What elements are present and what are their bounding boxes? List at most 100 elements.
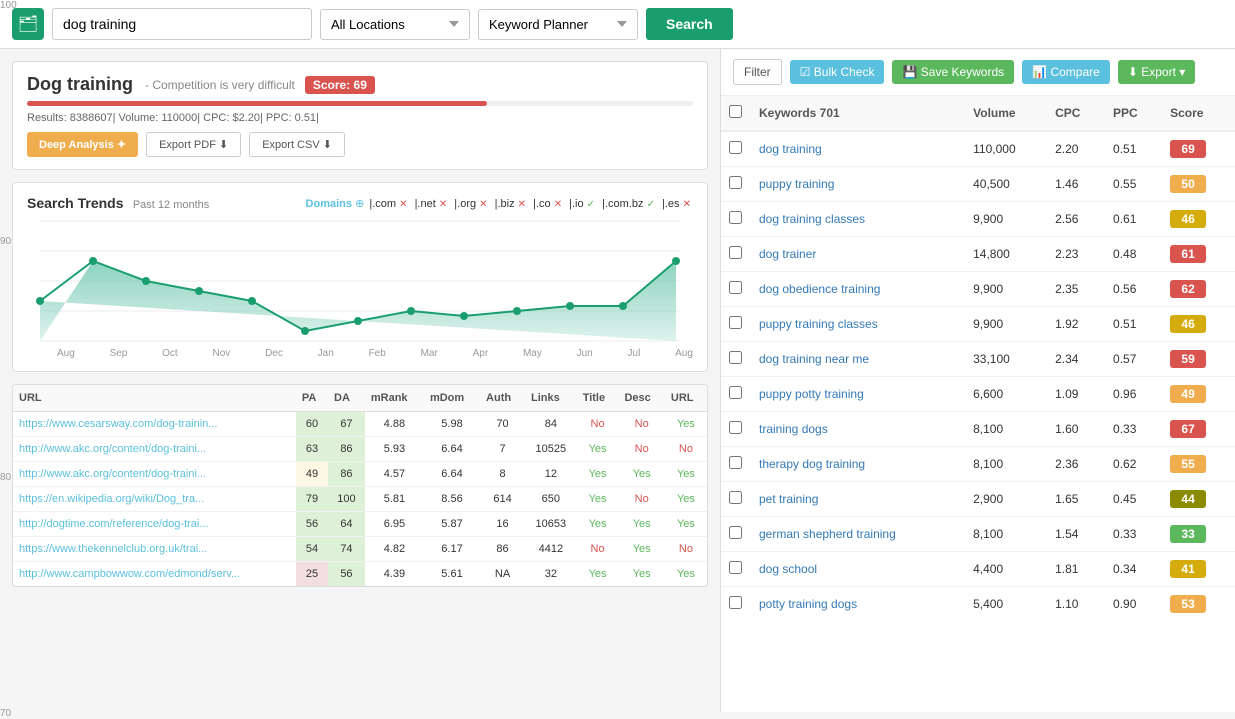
cell-auth: 614 xyxy=(480,487,525,512)
url-link[interactable]: http://www.akc.org/content/dog-traini... xyxy=(19,468,206,480)
keyword-link[interactable]: pet training xyxy=(759,492,818,506)
row-checkbox[interactable] xyxy=(729,456,742,469)
row-checkbox-cell[interactable] xyxy=(721,237,751,272)
keyword-link[interactable]: puppy training classes xyxy=(759,317,878,331)
cell-links: 10653 xyxy=(525,512,577,537)
score-pill: 41 xyxy=(1170,560,1206,578)
row-checkbox[interactable] xyxy=(729,386,742,399)
row-checkbox[interactable] xyxy=(729,491,742,504)
url-link[interactable]: http://www.akc.org/content/dog-traini... xyxy=(19,443,206,455)
cell-mrank: 6.95 xyxy=(365,512,424,537)
url-link[interactable]: https://www.cesarsway.com/dog-trainin... xyxy=(19,418,217,430)
keyword-link[interactable]: dog training near me xyxy=(759,352,869,366)
url-link[interactable]: https://en.wikipedia.org/wiki/Dog_tra... xyxy=(19,493,204,505)
kw-cell: dog training classes xyxy=(751,202,965,237)
locations-select[interactable]: All Locations xyxy=(320,9,470,40)
row-checkbox-cell[interactable] xyxy=(721,342,751,377)
url-link[interactable]: http://www.campbowwow.com/edmond/serv... xyxy=(19,568,240,580)
tool-select[interactable]: Keyword Planner xyxy=(478,9,638,40)
col-select-all[interactable] xyxy=(721,96,751,131)
cell-desc: No xyxy=(618,487,664,512)
cell-pa: 63 xyxy=(296,437,328,462)
cell-mrank: 5.81 xyxy=(365,487,424,512)
ppc-cell: 0.33 xyxy=(1105,517,1162,552)
row-checkbox-cell[interactable] xyxy=(721,517,751,552)
export-pdf-button[interactable]: Export PDF ⬇ xyxy=(146,132,241,157)
cpc-cell: 2.34 xyxy=(1047,342,1105,377)
keyword-link[interactable]: puppy potty training xyxy=(759,387,864,401)
volume-cell: 9,900 xyxy=(965,307,1047,342)
score-pill: 69 xyxy=(1170,140,1206,158)
row-checkbox[interactable] xyxy=(729,561,742,574)
row-checkbox-cell[interactable] xyxy=(721,482,751,517)
col-score: Score xyxy=(1162,96,1235,131)
keyword-link[interactable]: therapy dog training xyxy=(759,457,865,471)
ppc-cell: 0.61 xyxy=(1105,202,1162,237)
cell-links: 650 xyxy=(525,487,577,512)
kw-cell: training dogs xyxy=(751,412,965,447)
row-checkbox-cell[interactable] xyxy=(721,587,751,622)
cell-links: 10525 xyxy=(525,437,577,462)
row-checkbox[interactable] xyxy=(729,421,742,434)
url-link[interactable]: http://dogtime.com/reference/dog-trai... xyxy=(19,518,209,530)
row-checkbox[interactable] xyxy=(729,316,742,329)
save-keywords-button[interactable]: 💾 Save Keywords xyxy=(892,60,1014,84)
row-checkbox-cell[interactable] xyxy=(721,167,751,202)
search-button[interactable]: Search xyxy=(646,8,733,40)
row-checkbox[interactable] xyxy=(729,351,742,364)
domain-add-icon[interactable]: ⊕ xyxy=(355,198,364,210)
keyword-link[interactable]: german shepherd training xyxy=(759,527,896,541)
row-checkbox[interactable] xyxy=(729,141,742,154)
keyword-link[interactable]: potty training dogs xyxy=(759,597,857,611)
keyword-link[interactable]: puppy training xyxy=(759,177,834,191)
export-csv-button[interactable]: Export CSV ⬇ xyxy=(249,132,345,157)
cell-title: Yes xyxy=(577,487,619,512)
search-input[interactable] xyxy=(52,8,312,40)
chart-svg xyxy=(27,221,693,341)
keyword-link[interactable]: dog trainer xyxy=(759,247,816,261)
row-checkbox-cell[interactable] xyxy=(721,272,751,307)
compare-button[interactable]: 📊 Compare xyxy=(1022,60,1110,84)
score-pill: 62 xyxy=(1170,280,1206,298)
row-checkbox-cell[interactable] xyxy=(721,552,751,587)
row-checkbox[interactable] xyxy=(729,176,742,189)
cell-auth: 7 xyxy=(480,437,525,462)
list-item: dog training near me 33,100 2.34 0.57 59 xyxy=(721,342,1235,377)
row-checkbox-cell[interactable] xyxy=(721,202,751,237)
kw-cell: german shepherd training xyxy=(751,517,965,552)
export-button[interactable]: ⬇ Export ▾ xyxy=(1118,60,1195,84)
row-checkbox[interactable] xyxy=(729,526,742,539)
row-checkbox-cell[interactable] xyxy=(721,447,751,482)
row-checkbox-cell[interactable] xyxy=(721,412,751,447)
kw-cell: dog training xyxy=(751,131,965,167)
row-checkbox-cell[interactable] xyxy=(721,307,751,342)
cell-url-col: Yes xyxy=(665,462,707,487)
keyword-link[interactable]: dog school xyxy=(759,562,817,576)
row-checkbox-cell[interactable] xyxy=(721,377,751,412)
keyword-link[interactable]: dog training classes xyxy=(759,212,865,226)
table-row: http://www.akc.org/content/dog-traini...… xyxy=(13,437,707,462)
deep-analysis-button[interactable]: Deep Analysis ✦ xyxy=(27,132,138,157)
filter-button[interactable]: Filter xyxy=(733,59,782,85)
bulk-check-button[interactable]: ☑ Bulk Check xyxy=(790,60,885,84)
row-checkbox[interactable] xyxy=(729,281,742,294)
row-checkbox[interactable] xyxy=(729,596,742,609)
keyword-link[interactable]: dog training xyxy=(759,142,822,156)
list-item: training dogs 8,100 1.60 0.33 67 xyxy=(721,412,1235,447)
row-checkbox[interactable] xyxy=(729,246,742,259)
ppc-cell: 0.51 xyxy=(1105,131,1162,167)
keyword-link[interactable]: dog obedience training xyxy=(759,282,880,296)
row-checkbox-cell[interactable] xyxy=(721,131,751,167)
select-all-checkbox[interactable] xyxy=(729,105,742,118)
cell-pa: 49 xyxy=(296,462,328,487)
cell-auth: 70 xyxy=(480,412,525,437)
cell-desc: Yes xyxy=(618,512,664,537)
keyword-link[interactable]: training dogs xyxy=(759,422,828,436)
ppc-cell: 0.55 xyxy=(1105,167,1162,202)
url-link[interactable]: https://www.thekennelclub.org.uk/trai... xyxy=(19,543,207,555)
cell-pa: 79 xyxy=(296,487,328,512)
cell-desc: Yes xyxy=(618,462,664,487)
row-checkbox[interactable] xyxy=(729,211,742,224)
volume-cell: 4,400 xyxy=(965,552,1047,587)
cell-url-col: Yes xyxy=(665,412,707,437)
